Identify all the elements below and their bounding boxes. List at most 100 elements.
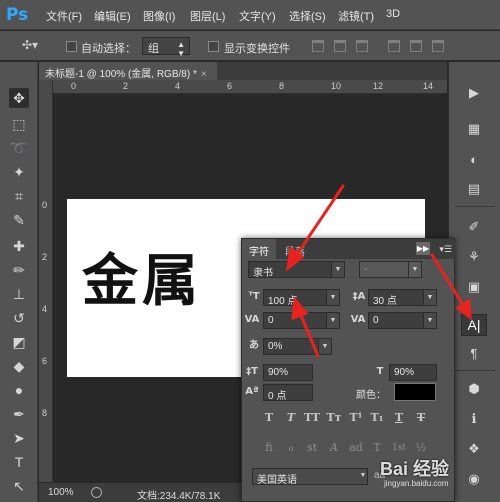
tool-presets-icon[interactable]: ▣ <box>461 276 487 298</box>
path-select-icon[interactable]: ➤ <box>9 428 29 448</box>
move-tool-preset-icon[interactable]: ✣▾ <box>22 38 52 54</box>
align-left-icon[interactable] <box>388 40 400 52</box>
swatches-icon[interactable]: ▤ <box>461 178 487 200</box>
paragraph-panel-icon[interactable]: ¶ <box>461 342 487 364</box>
vertical-scale-input[interactable]: 90% <box>263 364 313 381</box>
old-style-button[interactable]: ℴ <box>283 440 299 456</box>
close-icon[interactable]: × <box>201 69 207 80</box>
play-actions-icon[interactable]: ▶ <box>461 82 487 104</box>
font-size-input[interactable]: 100 点 <box>263 289 327 306</box>
show-transform-checkbox[interactable] <box>208 41 219 52</box>
menu-filter[interactable]: 滤镜(T) <box>338 8 374 24</box>
auto-select-checkbox[interactable] <box>66 41 77 52</box>
chevron-down-icon[interactable]: ▼ <box>408 261 422 278</box>
paint-bucket-icon[interactable]: ◆ <box>9 356 29 376</box>
magic-wand-icon[interactable]: ✦ <box>9 162 29 182</box>
auto-select-dropdown[interactable]: 组 ▲ ▼ <box>142 37 190 58</box>
strikethrough-button[interactable]: T <box>413 410 429 426</box>
zoom-level[interactable]: 100% <box>48 487 74 498</box>
chevron-down-icon[interactable]: ▼ <box>331 261 345 278</box>
font-style-select[interactable]: - <box>359 261 409 278</box>
menu-layer[interactable]: 图层(L) <box>190 8 225 24</box>
ligatures-button[interactable]: fi <box>261 440 277 456</box>
fractions-button[interactable]: ½ <box>413 440 429 456</box>
document-info[interactable]: 文档:234.4K/78.1K <box>137 487 220 502</box>
crop-tool-icon[interactable]: ⌗ <box>9 186 29 206</box>
eyedropper-icon[interactable]: ✎ <box>9 210 29 230</box>
character-panel-icon[interactable]: A| <box>461 314 487 336</box>
faux-italic-button[interactable]: T <box>283 410 299 426</box>
3d-icon[interactable]: ⬢ <box>461 378 487 400</box>
kerning-icon: VA <box>244 314 260 325</box>
underline-button[interactable]: T <box>391 410 407 426</box>
collapse-panel-icon[interactable]: ▶▶ <box>416 242 430 255</box>
type-tool-icon[interactable]: T <box>9 452 29 472</box>
align-bottom-icon[interactable] <box>356 40 368 52</box>
chevron-down-icon[interactable]: ▼ <box>356 468 370 485</box>
status-info-icon[interactable] <box>91 487 102 498</box>
adjustments-icon[interactable]: ◐ <box>461 148 487 170</box>
ruler-label: 12 <box>373 81 384 91</box>
pen-tool-icon[interactable]: ✒ <box>9 404 29 424</box>
menu-3d[interactable]: 3D <box>386 8 400 20</box>
history-brush-icon[interactable]: ↺ <box>9 308 29 328</box>
chevron-down-icon[interactable]: ▼ <box>423 312 437 329</box>
discretionary-ligatures-button[interactable]: st <box>304 440 320 456</box>
menu-edit[interactable]: 编辑(E) <box>94 8 131 24</box>
marquee-tool-icon[interactable]: ⬚ <box>9 114 29 134</box>
titling-alternates-button[interactable]: T <box>369 440 385 456</box>
direct-select-icon[interactable]: ↖ <box>9 476 29 496</box>
history-icon[interactable]: ▦ <box>461 118 487 140</box>
dodge-tool-icon[interactable]: ● <box>9 380 29 400</box>
channels-icon[interactable]: ◉ <box>461 468 487 490</box>
align-top-icon[interactable] <box>312 40 324 52</box>
kerning-input[interactable]: 0 <box>263 312 327 329</box>
chevron-down-icon[interactable]: ▼ <box>326 289 340 306</box>
menu-image[interactable]: 图像(I) <box>143 8 175 24</box>
menu-select[interactable]: 选择(S) <box>289 8 326 24</box>
tsume-input[interactable]: 0% <box>263 338 319 355</box>
faux-bold-button[interactable]: T <box>261 410 277 426</box>
clone-stamp-icon[interactable]: ⊥ <box>9 284 29 304</box>
ruler-label: 14 <box>423 81 434 91</box>
chevron-down-icon[interactable]: ▼ <box>318 338 332 355</box>
all-caps-button[interactable]: TT <box>304 410 320 426</box>
layers-icon[interactable]: ❖ <box>461 438 487 460</box>
document-tab-bar: 未标题-1 @ 100% (金属, RGB/8) * × <box>39 62 447 80</box>
baseline-shift-input[interactable]: 0 点 <box>263 384 313 401</box>
brush-presets-icon[interactable]: ✐ <box>461 216 487 238</box>
tab-character[interactable]: 字符 <box>242 239 276 259</box>
eraser-tool-icon[interactable]: ◩ <box>9 332 29 352</box>
align-right-icon[interactable] <box>432 40 444 52</box>
info-icon[interactable]: ℹ <box>461 408 487 430</box>
font-family-select[interactable]: 隶书 <box>248 261 332 278</box>
clone-source-icon[interactable]: ⚘ <box>461 246 487 268</box>
swash-button[interactable]: A <box>326 440 342 456</box>
healing-brush-icon[interactable]: ✚ <box>9 236 29 256</box>
superscript-button[interactable]: T¹ <box>348 410 364 426</box>
align-hcenter-icon[interactable] <box>410 40 422 52</box>
ordinals-button[interactable]: 1st <box>391 440 407 456</box>
tracking-input[interactable]: 0 <box>368 312 424 329</box>
small-caps-button[interactable]: Tт <box>326 410 342 426</box>
subscript-button[interactable]: T₁ <box>369 410 385 426</box>
move-tool-icon[interactable]: ✥ <box>9 88 29 108</box>
align-vcenter-icon[interactable] <box>334 40 346 52</box>
chevron-down-icon[interactable]: ▼ <box>423 289 437 306</box>
tab-paragraph[interactable]: 段落 <box>278 239 312 259</box>
horizontal-scale-input[interactable]: 90% <box>389 364 437 381</box>
stylistic-alternates-button[interactable]: ad <box>348 440 364 456</box>
leading-input[interactable]: 30 点 <box>368 289 424 306</box>
panel-icon-column: ▶ ▦ ◐ ▤ ✐ ⚘ ▣ A| ¶ ⬢ ℹ ❖ ◉ <box>449 62 500 502</box>
document-text-layer[interactable]: 金属 <box>82 236 202 317</box>
lasso-tool-icon[interactable]: ➰ <box>9 138 29 158</box>
options-bar: ✣▾ 自动选择： 组 ▲ ▼ 显示变换控件 <box>0 31 500 61</box>
menu-file[interactable]: 文件(F) <box>46 8 82 24</box>
language-select[interactable]: 美国英语 <box>252 468 368 485</box>
panel-menu-icon[interactable]: ▾☰ <box>439 244 452 255</box>
document-tab[interactable]: 未标题-1 @ 100% (金属, RGB/8) * × <box>39 62 217 80</box>
menu-type[interactable]: 文字(Y) <box>239 8 276 24</box>
chevron-down-icon[interactable]: ▼ <box>326 312 340 329</box>
brush-tool-icon[interactable]: ✏ <box>9 260 29 280</box>
text-color-swatch[interactable] <box>394 383 436 401</box>
